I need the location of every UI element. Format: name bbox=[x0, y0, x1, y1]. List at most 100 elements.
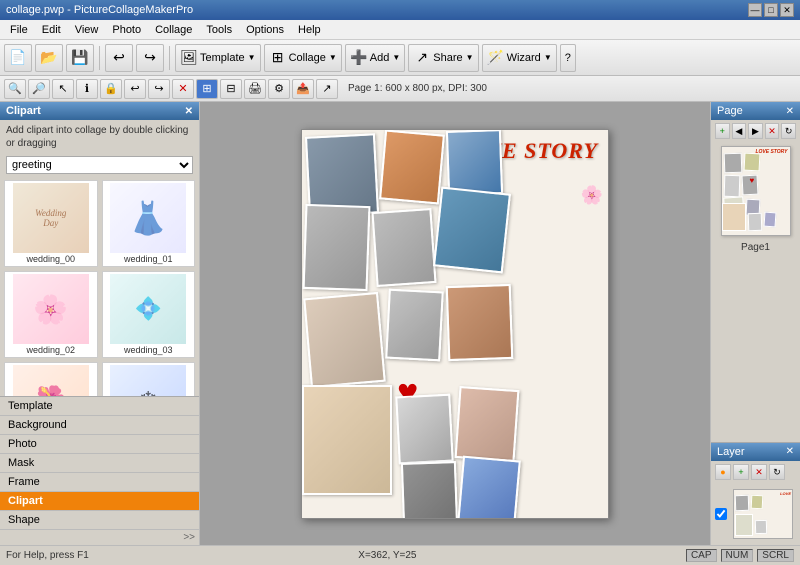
photo-12[interactable] bbox=[455, 385, 520, 461]
layer-panel-close[interactable]: ✕ bbox=[786, 446, 794, 458]
wizard-arrow: ▼ bbox=[544, 53, 552, 62]
clipart-item-wedding05[interactable]: ❄ wedding_05 bbox=[102, 362, 196, 396]
menu-view[interactable]: View bbox=[69, 22, 105, 38]
open-button[interactable]: 📂 bbox=[35, 44, 63, 72]
menu-options[interactable]: Options bbox=[240, 22, 290, 38]
photo-8[interactable] bbox=[385, 288, 444, 361]
menu-tools[interactable]: Tools bbox=[200, 22, 238, 38]
layer-add-button[interactable]: + bbox=[733, 464, 749, 480]
page-panel-close[interactable]: ✕ bbox=[786, 106, 794, 117]
maximize-button[interactable]: □ bbox=[764, 3, 778, 17]
clipart-close[interactable]: ✕ bbox=[185, 106, 193, 117]
photo-13[interactable] bbox=[401, 461, 458, 519]
clipart-item-wedding02[interactable]: 🌸 wedding_02 bbox=[4, 271, 98, 358]
category-select[interactable]: greeting wedding birthday holiday bbox=[6, 156, 193, 174]
clipart-label-wedding03: wedding_03 bbox=[105, 345, 193, 355]
new-button[interactable]: 📄 bbox=[4, 44, 32, 72]
photo-14[interactable] bbox=[457, 455, 521, 518]
window-title: collage.pwp - PictureCollageMakerPro bbox=[6, 4, 193, 16]
clipart-label-wedding02: wedding_02 bbox=[7, 345, 95, 355]
collage-canvas[interactable]: LOVE STORY 🌸 ♥ bbox=[301, 129, 609, 519]
tab-background[interactable]: Background bbox=[0, 416, 199, 435]
tab-clipart[interactable]: Clipart bbox=[0, 492, 199, 511]
collage-icon: ⊞ bbox=[269, 49, 287, 67]
photo-3[interactable] bbox=[446, 129, 503, 196]
settings-button[interactable]: ⚙ bbox=[268, 79, 290, 99]
photo-11[interactable] bbox=[395, 393, 453, 464]
grid-button[interactable]: ⊞ bbox=[196, 79, 218, 99]
fit-button[interactable]: ⊟ bbox=[220, 79, 242, 99]
titlebar: collage.pwp - PictureCollageMakerPro — □… bbox=[0, 0, 800, 20]
photo-2[interactable] bbox=[379, 129, 445, 204]
wizard-icon: 🪄 bbox=[487, 49, 505, 67]
share-button[interactable]: ↗ Share ▼ bbox=[408, 44, 478, 72]
photo-7[interactable] bbox=[303, 291, 386, 387]
clipart-item-wedding04[interactable]: 🌺 wedding_04 bbox=[4, 362, 98, 396]
redo2-button[interactable]: ↪ bbox=[148, 79, 170, 99]
info-button[interactable]: ℹ bbox=[76, 79, 98, 99]
page-thumbnail[interactable]: LOVE STORY ♥ bbox=[721, 146, 791, 236]
layer-row[interactable]: LOVE bbox=[711, 483, 800, 545]
zoom-out-button[interactable]: 🔎 bbox=[28, 79, 50, 99]
add-arrow: ▼ bbox=[392, 53, 400, 62]
wizard-label: Wizard bbox=[507, 52, 541, 64]
layer-visible-button[interactable]: ● bbox=[715, 464, 731, 480]
menubar: File Edit View Photo Collage Tools Optio… bbox=[0, 20, 800, 40]
help-button[interactable]: ? bbox=[560, 44, 576, 72]
clipart-item-wedding01[interactable]: 👗 wedding_01 bbox=[102, 180, 196, 267]
photo-5[interactable] bbox=[371, 207, 436, 286]
wizard-button[interactable]: 🪄 Wizard ▼ bbox=[482, 44, 557, 72]
redo-button[interactable]: ↪ bbox=[136, 44, 164, 72]
layer-checkbox[interactable] bbox=[715, 508, 727, 520]
zoom-in-button[interactable]: 🔍 bbox=[4, 79, 26, 99]
delete-button[interactable]: ✕ bbox=[172, 79, 194, 99]
layer-thumbnail[interactable]: LOVE bbox=[733, 489, 793, 539]
photo-10[interactable] bbox=[302, 385, 392, 495]
photo-4[interactable] bbox=[303, 203, 371, 290]
save-button[interactable]: 💾 bbox=[66, 44, 94, 72]
menu-help[interactable]: Help bbox=[292, 22, 327, 38]
refresh-page-button[interactable]: ↻ bbox=[781, 123, 796, 139]
move-page-left[interactable]: ◀ bbox=[732, 123, 747, 139]
undo2-button[interactable]: ↩ bbox=[124, 79, 146, 99]
clipart-title: Clipart bbox=[6, 105, 41, 117]
menu-collage[interactable]: Collage bbox=[149, 22, 198, 38]
tab-photo[interactable]: Photo bbox=[0, 435, 199, 454]
lock-button[interactable]: 🔒 bbox=[100, 79, 122, 99]
clipart-label-wedding01: wedding_01 bbox=[105, 254, 193, 264]
menu-edit[interactable]: Edit bbox=[36, 22, 67, 38]
template-button[interactable]: 🖼 Template ▼ bbox=[175, 44, 261, 72]
expand-arrow[interactable]: >> bbox=[0, 530, 199, 545]
new-icon: 📄 bbox=[9, 49, 27, 67]
layer-delete-button[interactable]: ✕ bbox=[751, 464, 767, 480]
close-button[interactable]: ✕ bbox=[780, 3, 794, 17]
page-panel: Page ✕ + ◀ ▶ ✕ ↻ LOVE STORY bbox=[711, 102, 800, 443]
menu-file[interactable]: File bbox=[4, 22, 34, 38]
add-page-button[interactable]: + bbox=[715, 123, 730, 139]
status-indicators: CAP NUM SCRL bbox=[686, 549, 794, 562]
tab-template[interactable]: Template bbox=[0, 397, 199, 416]
tab-mask[interactable]: Mask bbox=[0, 454, 199, 473]
collage-button[interactable]: ⊞ Collage ▼ bbox=[264, 44, 342, 72]
tab-frame[interactable]: Frame bbox=[0, 473, 199, 492]
add-button[interactable]: ➕ Add ▼ bbox=[345, 44, 406, 72]
tab-shape[interactable]: Shape bbox=[0, 511, 199, 530]
layer-refresh-button[interactable]: ↻ bbox=[769, 464, 785, 480]
undo-button[interactable]: ↩ bbox=[105, 44, 133, 72]
clipart-item-wedding03[interactable]: 💠 wedding_03 bbox=[102, 271, 196, 358]
canvas-area[interactable]: LOVE STORY 🌸 ♥ bbox=[200, 102, 710, 545]
layer-panel-header: Layer ✕ bbox=[711, 443, 800, 461]
share2-button[interactable]: ↗ bbox=[316, 79, 338, 99]
move-page-right[interactable]: ▶ bbox=[748, 123, 763, 139]
minimize-button[interactable]: — bbox=[748, 3, 762, 17]
photo-9[interactable] bbox=[446, 283, 514, 360]
page-thumb-label: Page1 bbox=[711, 240, 800, 255]
export-button[interactable]: 📤 bbox=[292, 79, 314, 99]
menu-photo[interactable]: Photo bbox=[106, 22, 147, 38]
clipart-item-wedding00[interactable]: Wedding Day wedding_00 bbox=[4, 180, 98, 267]
pointer-button[interactable]: ↖ bbox=[52, 79, 74, 99]
statusbar: For Help, press F1 X=362, Y=25 CAP NUM S… bbox=[0, 545, 800, 565]
delete-page-button[interactable]: ✕ bbox=[765, 123, 780, 139]
print-button[interactable]: 🖨 bbox=[244, 79, 266, 99]
photo-6[interactable] bbox=[433, 186, 511, 273]
